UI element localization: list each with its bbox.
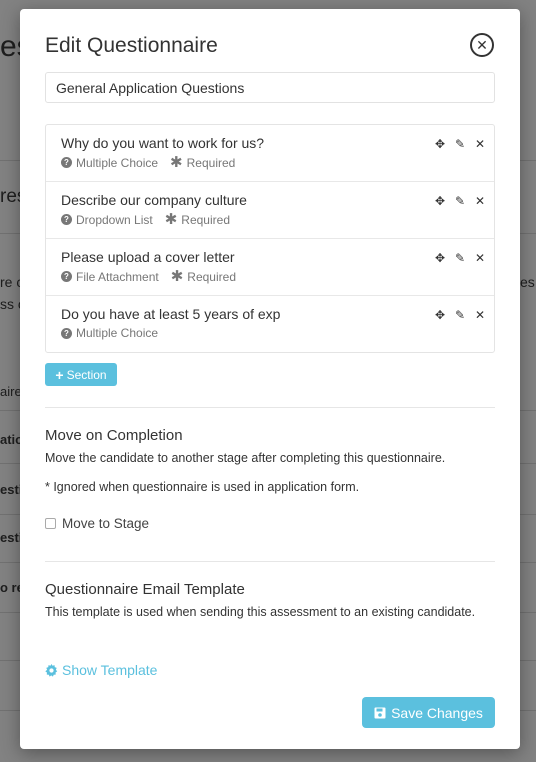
move-to-stage-checkbox[interactable] <box>45 518 56 529</box>
questionnaire-name-input[interactable] <box>45 72 495 103</box>
question-title: Why do you want to work for us? <box>61 135 265 151</box>
move-to-stage-row[interactable]: Move to Stage <box>45 516 149 531</box>
question-type: Dropdown List <box>76 212 153 227</box>
move-icon[interactable]: ✥ <box>434 194 446 208</box>
save-changes-button[interactable]: Save Changes <box>362 697 495 728</box>
asterisk-icon: ✱ <box>164 211 178 228</box>
question-circle-icon: ? <box>61 327 72 339</box>
show-template-link[interactable]: Show Template <box>45 662 157 678</box>
question-circle-icon: ? <box>61 157 72 168</box>
move-icon[interactable]: ✥ <box>434 137 446 151</box>
show-template-label: Show Template <box>62 662 158 678</box>
close-button[interactable]: ✕ <box>470 33 494 57</box>
move-icon[interactable]: ✥ <box>434 251 446 265</box>
question-meta: ? Multiple Choice ✱ Required <box>61 155 235 170</box>
move-to-stage-label: Move to Stage <box>62 516 150 531</box>
modal-title: Edit Questionnaire <box>45 34 218 57</box>
plus-icon: + <box>55 366 64 383</box>
divider <box>45 561 495 562</box>
edit-icon[interactable]: ✎ <box>454 251 466 265</box>
question-title: Do you have at least 5 years of exp <box>61 306 281 322</box>
question-meta: ? Multiple Choice <box>61 326 158 340</box>
delete-icon[interactable]: ✕ <box>474 308 486 322</box>
floppy-disk-icon <box>374 707 386 718</box>
question-type: File Attachment <box>76 269 159 284</box>
question-item: Do you have at least 5 years of exp ? Mu… <box>46 296 494 352</box>
question-item: Why do you want to work for us? ? Multip… <box>46 125 494 182</box>
edit-icon[interactable]: ✎ <box>454 308 466 322</box>
question-actions: ✥ ✎ ✕ <box>434 308 486 322</box>
move-on-completion-description: Move the candidate to another stage afte… <box>45 451 446 465</box>
divider <box>45 407 495 408</box>
edit-questionnaire-modal: Edit Questionnaire ✕ Why do you want to … <box>20 9 520 749</box>
move-on-completion-note: * Ignored when questionnaire is used in … <box>45 480 360 494</box>
move-on-completion-heading: Move on Completion <box>45 427 183 444</box>
question-type: Multiple Choice <box>76 326 159 340</box>
question-circle-icon: ? <box>61 271 72 282</box>
email-template-heading: Questionnaire Email Template <box>45 581 245 598</box>
add-section-button[interactable]: + Section <box>45 363 117 386</box>
question-title: Describe our company culture <box>61 192 247 208</box>
question-meta: ? Dropdown List ✱ Required <box>61 212 230 227</box>
required-label: Required <box>186 155 236 170</box>
question-list: Why do you want to work for us? ? Multip… <box>45 124 495 353</box>
question-type: Multiple Choice <box>76 155 159 170</box>
required-label: Required <box>187 269 236 284</box>
question-title: Please upload a cover letter <box>61 249 235 265</box>
question-item: Describe our company culture ? Dropdown … <box>46 182 494 239</box>
asterisk-icon: ✱ <box>170 154 183 171</box>
delete-icon[interactable]: ✕ <box>474 194 486 208</box>
question-meta: ? File Attachment ✱ Required <box>61 269 236 284</box>
edit-icon[interactable]: ✎ <box>454 137 466 151</box>
add-section-label: Section <box>66 367 107 382</box>
move-icon[interactable]: ✥ <box>434 308 446 322</box>
required-label: Required <box>181 212 230 227</box>
edit-icon[interactable]: ✎ <box>454 194 466 208</box>
save-changes-label: Save Changes <box>391 704 483 721</box>
email-template-description: This template is used when sending this … <box>45 605 476 619</box>
gear-icon <box>45 663 58 677</box>
asterisk-icon: ✱ <box>170 268 184 285</box>
question-item: Please upload a cover letter ? File Atta… <box>46 239 494 296</box>
close-icon: ✕ <box>476 37 488 53</box>
question-actions: ✥ ✎ ✕ <box>434 194 486 208</box>
question-circle-icon: ? <box>61 214 72 225</box>
question-actions: ✥ ✎ ✕ <box>434 251 486 265</box>
question-actions: ✥ ✎ ✕ <box>434 137 486 151</box>
delete-icon[interactable]: ✕ <box>474 137 486 151</box>
delete-icon[interactable]: ✕ <box>474 251 486 265</box>
